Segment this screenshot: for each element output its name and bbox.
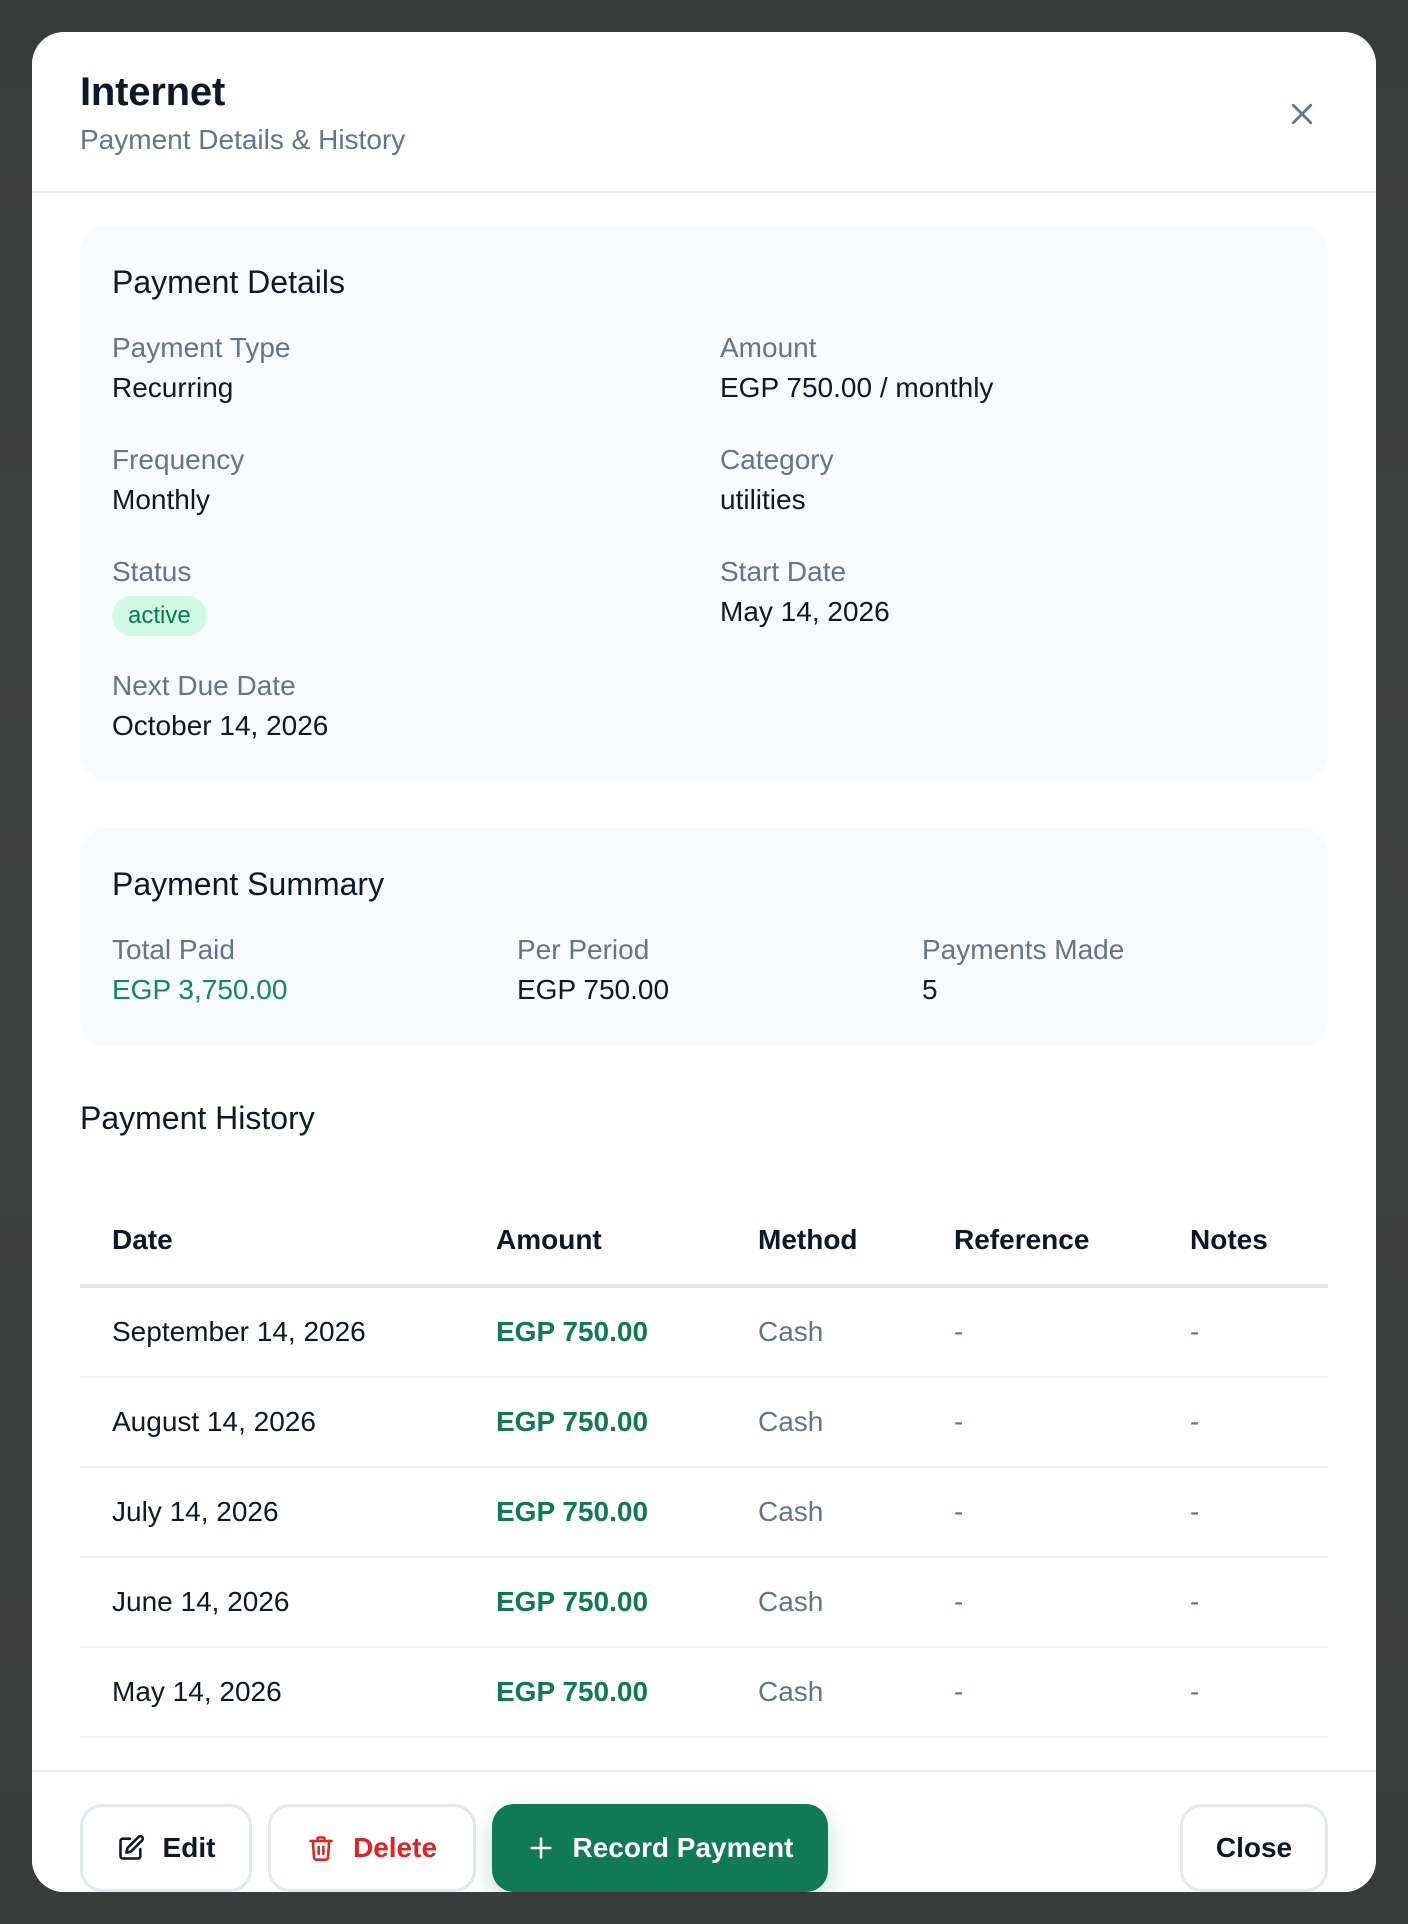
delete-button[interactable]: Delete xyxy=(268,1804,476,1892)
category-value: utilities xyxy=(720,484,806,515)
table-header: Date Amount Method Reference Notes xyxy=(80,1192,1328,1288)
edit-button[interactable]: Edit xyxy=(80,1804,252,1892)
row-date: August 14, 2026 xyxy=(112,1406,316,1437)
close-footer-button[interactable]: Close xyxy=(1180,1804,1328,1892)
payment-type-value: Recurring xyxy=(112,372,234,403)
table-row: August 14, 2026 EGP 750.00 Cash - - xyxy=(80,1378,1328,1468)
per-period-value: EGP 750.00 xyxy=(517,974,670,1005)
row-method: Cash xyxy=(758,1496,824,1527)
payment-history-table: Date Amount Method Reference Notes Septe… xyxy=(80,1192,1328,1738)
next-due-value: October 14, 2026 xyxy=(112,710,329,741)
payments-made-label: Payments Made xyxy=(922,934,1125,965)
row-date: July 14, 2026 xyxy=(112,1496,279,1527)
row-reference: - xyxy=(954,1586,964,1617)
frequency-value: Monthly xyxy=(112,484,211,515)
next-due-label: Next Due Date xyxy=(112,670,296,701)
row-reference: - xyxy=(954,1406,964,1437)
column-header-reference: Reference xyxy=(954,1224,1090,1255)
total-paid-label: Total Paid xyxy=(112,934,235,965)
record-payment-button[interactable]: Record Payment xyxy=(492,1804,828,1892)
row-date: May 14, 2026 xyxy=(112,1676,282,1707)
row-notes: - xyxy=(1190,1406,1200,1437)
column-header-method: Method xyxy=(758,1224,858,1255)
row-amount: EGP 750.00 xyxy=(496,1496,649,1527)
delete-label: Delete xyxy=(352,1832,438,1863)
amount-value: EGP 750.00 / monthly xyxy=(720,372,994,403)
row-reference: - xyxy=(954,1676,964,1707)
payment-type-label: Payment Type xyxy=(112,332,291,363)
row-date: June 14, 2026 xyxy=(112,1586,290,1617)
payment-summary-card: Payment Summary Total Paid EGP 3,750.00 … xyxy=(80,828,1328,1046)
per-period-label: Per Period xyxy=(517,934,650,965)
payment-history-heading: Payment History xyxy=(80,1100,315,1136)
plus-icon xyxy=(527,1834,555,1862)
row-notes: - xyxy=(1190,1676,1200,1707)
modal-title: Internet xyxy=(80,70,226,114)
start-date-value: May 14, 2026 xyxy=(720,596,890,627)
column-header-amount: Amount xyxy=(496,1224,602,1255)
column-header-date: Date xyxy=(112,1224,173,1255)
table-row: September 14, 2026 EGP 750.00 Cash - - xyxy=(80,1288,1328,1378)
close-label: Close xyxy=(1215,1832,1293,1863)
total-paid-value: EGP 3,750.00 xyxy=(112,974,288,1005)
frequency-label: Frequency xyxy=(112,444,245,475)
close-icon xyxy=(1287,99,1317,129)
row-reference: - xyxy=(954,1316,964,1347)
row-reference: - xyxy=(954,1496,964,1527)
row-method: Cash xyxy=(758,1316,824,1347)
table-row: May 14, 2026 EGP 750.00 Cash - - xyxy=(80,1648,1328,1738)
row-notes: - xyxy=(1190,1496,1200,1527)
start-date-label: Start Date xyxy=(720,556,847,587)
payments-made-value: 5 xyxy=(922,974,938,1005)
row-method: Cash xyxy=(758,1406,824,1437)
modal-footer: Edit Delete Record Payment Close xyxy=(32,1770,1376,1892)
column-header-notes: Notes xyxy=(1190,1224,1268,1255)
edit-icon xyxy=(117,1834,145,1862)
row-method: Cash xyxy=(758,1676,824,1707)
row-amount: EGP 750.00 xyxy=(496,1406,649,1437)
close-button[interactable] xyxy=(1280,92,1324,136)
row-amount: EGP 750.00 xyxy=(496,1586,649,1617)
trash-icon xyxy=(307,1834,335,1862)
edit-label: Edit xyxy=(162,1832,216,1863)
row-notes: - xyxy=(1190,1586,1200,1617)
payment-details-card: Payment Details Payment Type Recurring A… xyxy=(80,226,1328,780)
table-row: July 14, 2026 EGP 750.00 Cash - - xyxy=(80,1468,1328,1558)
category-label: Category xyxy=(720,444,834,475)
status-badge: active xyxy=(112,596,207,636)
row-notes: - xyxy=(1190,1316,1200,1347)
modal-subtitle: Payment Details & History xyxy=(80,124,406,155)
row-date: September 14, 2026 xyxy=(112,1316,366,1347)
row-amount: EGP 750.00 xyxy=(496,1676,649,1707)
amount-label: Amount xyxy=(720,332,817,363)
payment-summary-heading: Payment Summary xyxy=(112,866,385,902)
row-method: Cash xyxy=(758,1586,824,1617)
record-payment-label: Record Payment xyxy=(572,1832,794,1863)
payment-details-modal: Internet Payment Details & History Payme… xyxy=(32,32,1376,1892)
payment-details-heading: Payment Details xyxy=(112,264,345,300)
status-label: Status xyxy=(112,556,192,587)
modal-header: Internet Payment Details & History xyxy=(32,32,1376,193)
table-row: June 14, 2026 EGP 750.00 Cash - - xyxy=(80,1558,1328,1648)
row-amount: EGP 750.00 xyxy=(496,1316,649,1347)
